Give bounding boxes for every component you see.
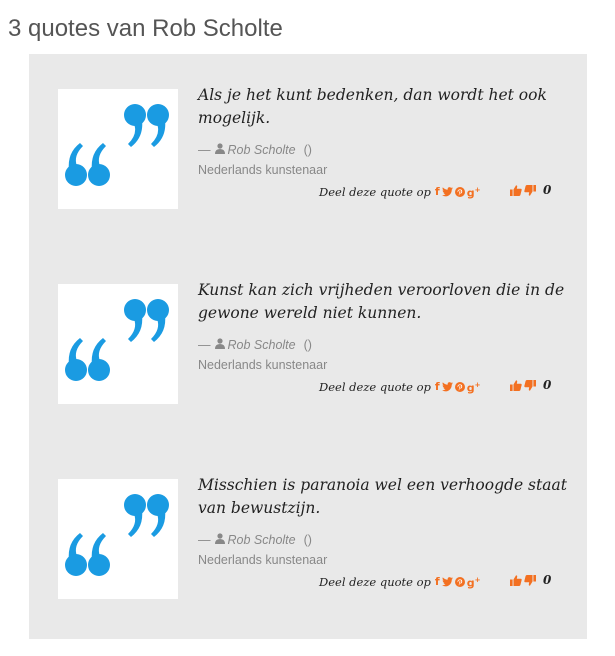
quote-image[interactable] [58,479,178,599]
author-dash: — [198,338,211,352]
quote-image[interactable] [58,89,178,209]
share-row: Deel deze quote op f g+ [319,573,482,591]
vote-count: 0 [543,378,552,392]
facebook-icon[interactable]: f [435,575,440,589]
author-description: Nederlands kunstenaar [198,358,328,372]
quote-item: Misschien is paranoia wel een verhoogde … [29,444,587,599]
page-title: 3 quotes van Rob Scholte [8,15,283,42]
vote-row: 0 [510,183,551,197]
author-parens: () [303,533,312,547]
quote-marks-icon [65,104,169,186]
share-row: Deel deze quote op f g+ [319,378,482,396]
author-link[interactable]: Rob Scholte [228,143,296,157]
author-parens: () [303,338,312,352]
share-row: Deel deze quote op f g+ [319,183,482,201]
author-line: — Rob Scholte () [198,143,312,157]
pinterest-icon[interactable] [454,381,465,392]
vote-count: 0 [543,573,552,587]
thumbs-down-icon[interactable] [524,184,536,196]
google-plus-icon[interactable]: g+ [467,183,481,201]
quote-item: Kunst kan zich vrijheden veroorloven die… [29,249,587,404]
thumbs-up-icon[interactable] [510,184,522,196]
facebook-icon[interactable]: f [435,380,440,394]
author-line: — Rob Scholte () [198,338,312,352]
twitter-icon[interactable] [441,186,453,197]
share-label: Deel deze quote op [319,574,431,589]
quote-text[interactable]: Misschien is paranoia wel een verhoogde … [198,474,568,520]
twitter-icon[interactable] [441,576,453,587]
google-plus-icon[interactable]: g+ [467,378,481,396]
quote-text[interactable]: Kunst kan zich vrijheden veroorloven die… [198,279,568,325]
google-plus-icon[interactable]: g+ [467,573,481,591]
author-link[interactable]: Rob Scholte [228,533,296,547]
author-link[interactable]: Rob Scholte [228,338,296,352]
thumbs-down-icon[interactable] [524,379,536,391]
thumbs-up-icon[interactable] [510,379,522,391]
pinterest-icon[interactable] [454,576,465,587]
facebook-icon[interactable]: f [435,185,440,199]
author-dash: — [198,143,211,157]
author-line: — Rob Scholte () [198,533,312,547]
author-parens: () [303,143,312,157]
vote-row: 0 [510,573,551,587]
share-label: Deel deze quote op [319,379,431,394]
twitter-icon[interactable] [441,381,453,392]
quotes-panel: Als je het kunt bedenken, dan wordt het … [29,54,587,639]
user-icon [214,533,225,547]
author-description: Nederlands kunstenaar [198,553,328,567]
author-description: Nederlands kunstenaar [198,163,328,177]
share-label: Deel deze quote op [319,184,431,199]
vote-count: 0 [543,183,552,197]
quote-marks-icon [65,494,169,576]
user-icon [214,338,225,352]
thumbs-up-icon[interactable] [510,574,522,586]
author-dash: — [198,533,211,547]
thumbs-down-icon[interactable] [524,574,536,586]
pinterest-icon[interactable] [454,186,465,197]
quote-image[interactable] [58,284,178,404]
vote-row: 0 [510,378,551,392]
quote-item: Als je het kunt bedenken, dan wordt het … [29,54,587,209]
quote-marks-icon [65,299,169,381]
quote-text[interactable]: Als je het kunt bedenken, dan wordt het … [198,84,568,130]
user-icon [214,143,225,157]
